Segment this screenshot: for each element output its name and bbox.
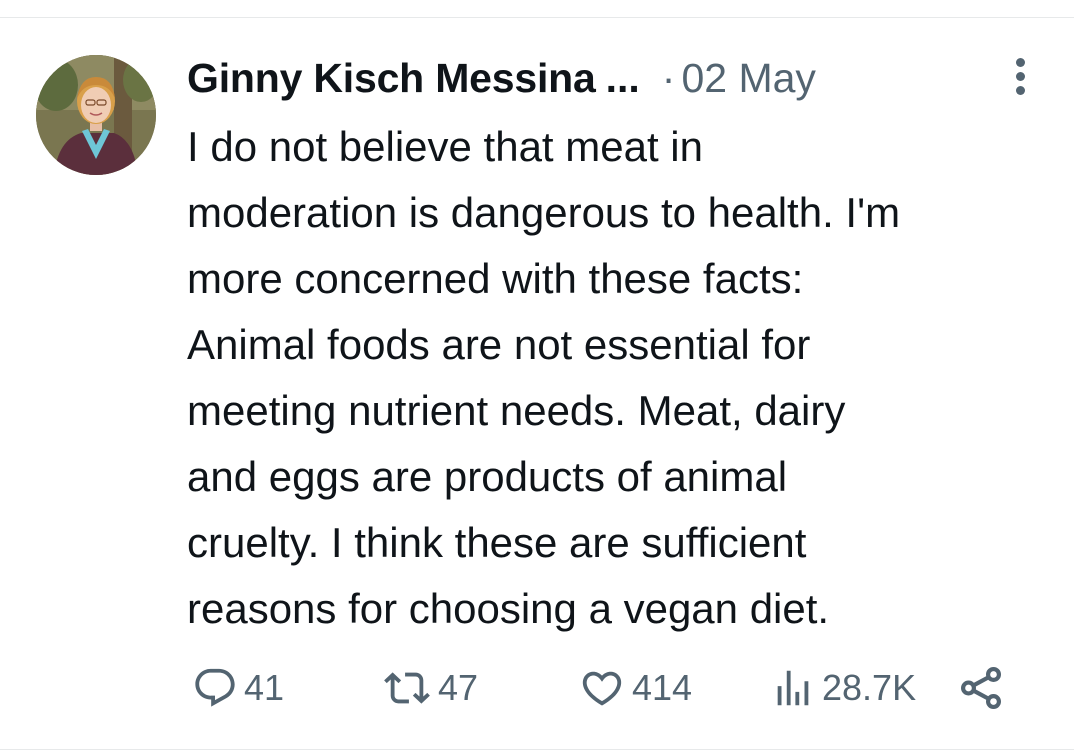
- share-icon: [961, 666, 1001, 710]
- like-button[interactable]: 414: [578, 658, 692, 718]
- separator-dot: ·: [661, 54, 676, 101]
- more-options-icon[interactable]: [1006, 56, 1034, 96]
- views-count: 28.7K: [822, 667, 917, 708]
- post-date[interactable]: 02 May: [681, 55, 815, 102]
- more-dot: [1016, 72, 1025, 81]
- reply-icon: [195, 668, 235, 707]
- action-bar: 41 47 414 28.7K: [0, 658, 1074, 718]
- reply-count: 41: [244, 667, 285, 708]
- author-name[interactable]: Ginny Kisch Messina: [187, 55, 596, 102]
- post-text-line: I do not believe that meat in: [187, 123, 703, 170]
- post-text-line: Animal foods are not essential for: [187, 321, 811, 368]
- post-text-line: and eggs are products of animal: [187, 453, 788, 500]
- post-text-line: cruelty. I think these are sufficient: [187, 519, 807, 566]
- name-truncation: ...: [605, 54, 640, 101]
- more-dot: [1016, 58, 1025, 67]
- more-dot: [1016, 86, 1025, 95]
- repost-icon: [384, 672, 430, 704]
- views-button[interactable]: 28.7K: [770, 658, 916, 718]
- post-text-line: more concerned with these facts:: [187, 255, 804, 302]
- post-text-line: reasons for choosing a vegan diet.: [187, 585, 830, 632]
- post-text-line: meeting nutrient needs. Meat, dairy: [187, 387, 846, 434]
- post-header: Ginny Kisch Messina ... · 02 May: [187, 48, 816, 108]
- avatar-image: [36, 55, 156, 175]
- like-icon: [582, 671, 622, 706]
- post-text-line: moderation is dangerous to health. I'm: [187, 189, 901, 236]
- share-button[interactable]: [956, 658, 1006, 718]
- repost-button[interactable]: 47: [382, 658, 478, 718]
- post-text: I do not believe that meat in moderation…: [187, 114, 1057, 642]
- views-icon: [777, 670, 809, 706]
- repost-count: 47: [438, 667, 479, 708]
- avatar[interactable]: [36, 55, 156, 175]
- like-count: 414: [632, 667, 693, 708]
- bottom-divider: [0, 749, 1074, 750]
- post[interactable]: Ginny Kisch Messina ... · 02 May I do no…: [0, 18, 1074, 749]
- reply-button[interactable]: 41: [192, 658, 284, 718]
